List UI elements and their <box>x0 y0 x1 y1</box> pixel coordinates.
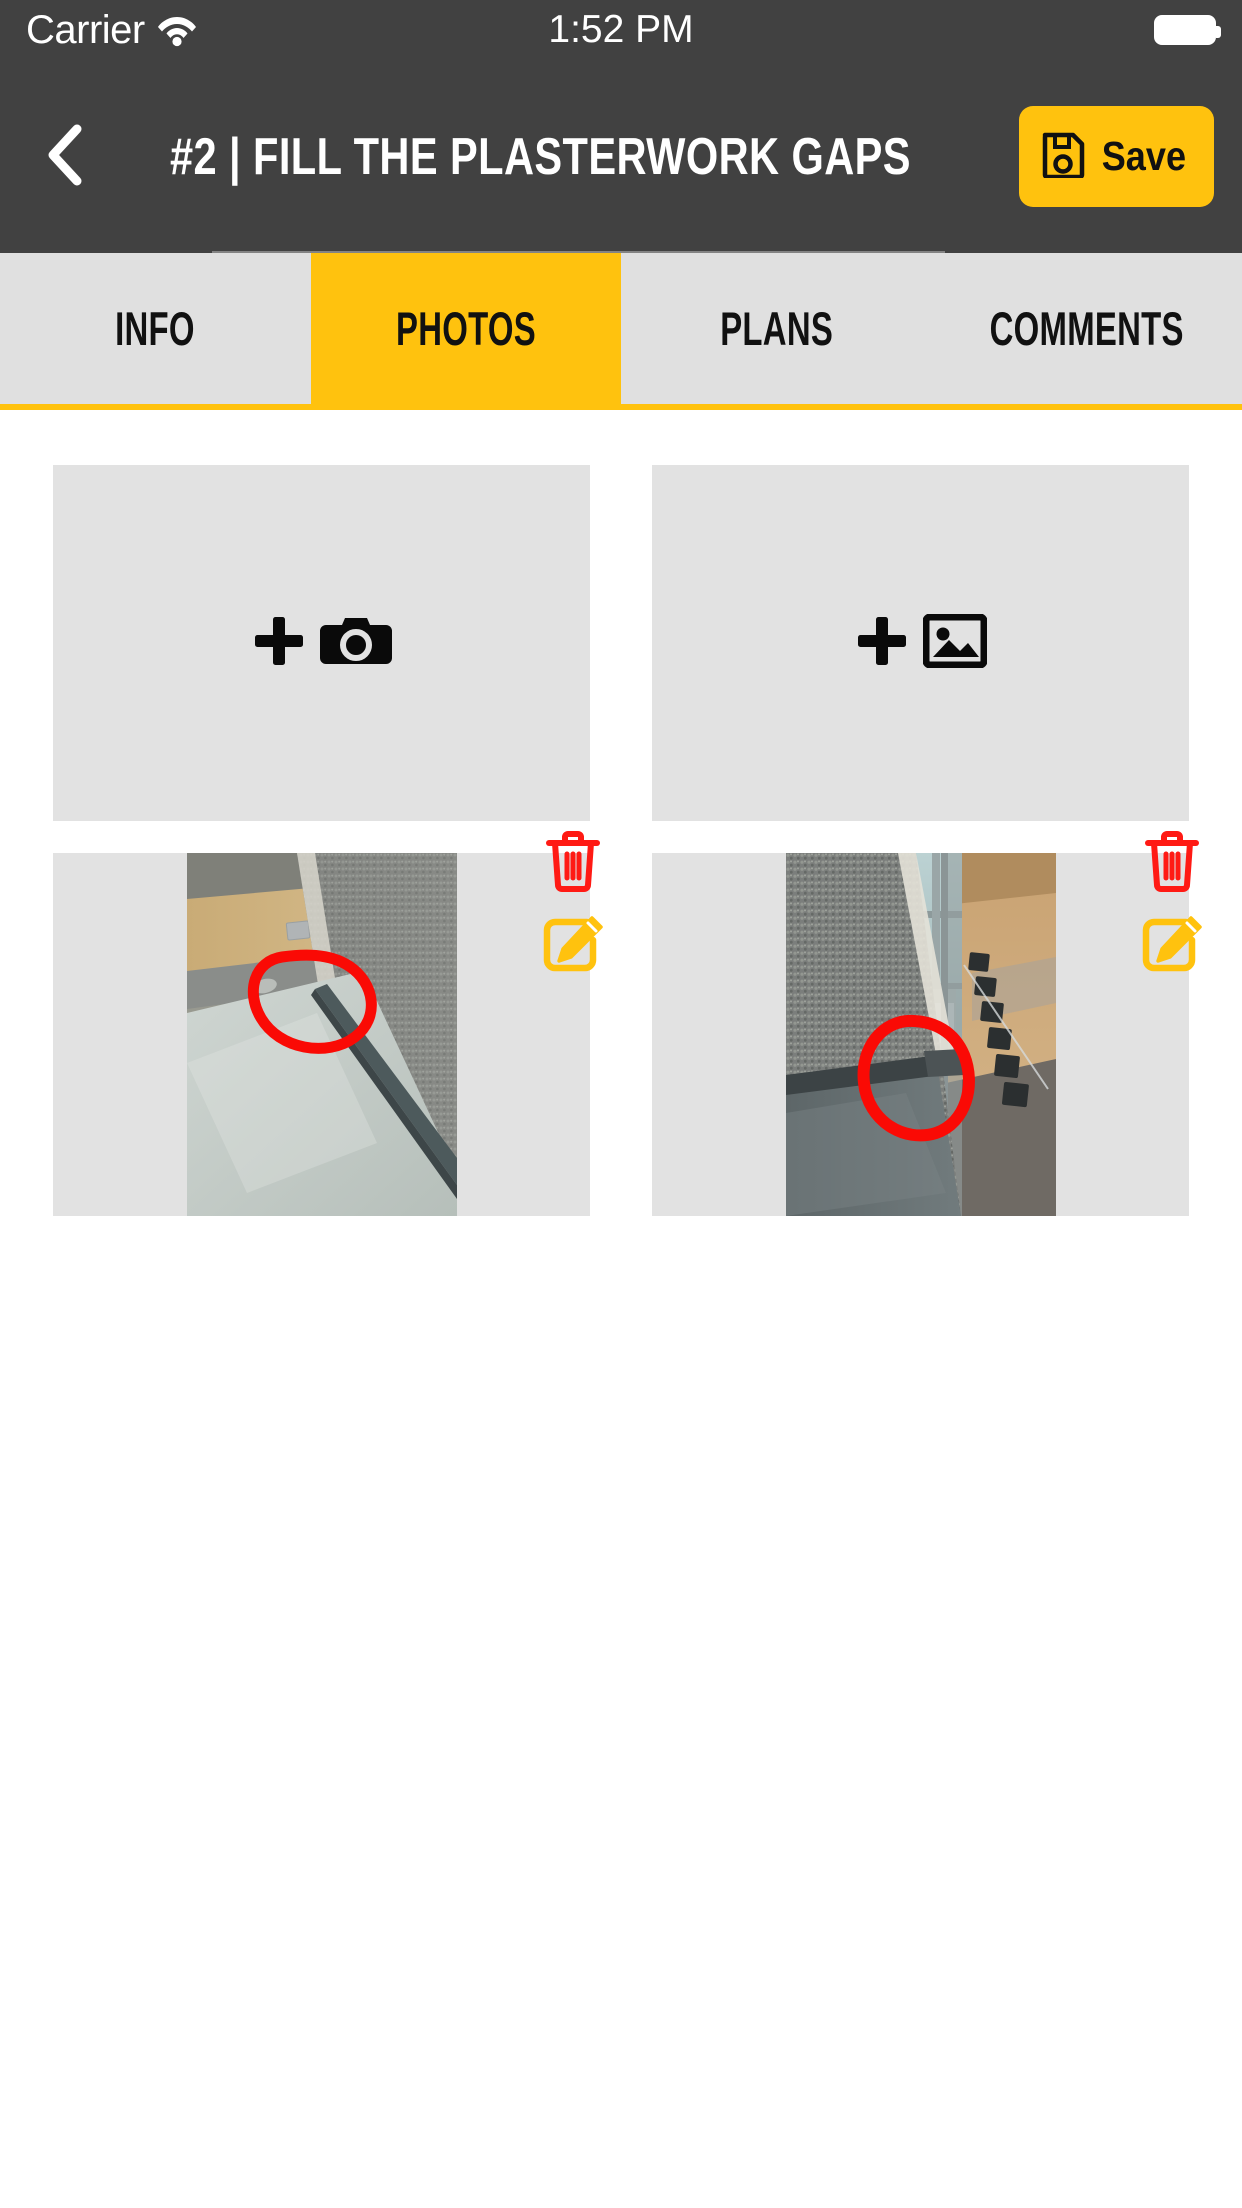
pencil-edit-icon <box>543 915 603 977</box>
photo-thumbnail-1[interactable] <box>53 853 590 1216</box>
tab-plans-label: PLANS <box>719 302 833 355</box>
tab-photos[interactable]: PHOTOS <box>310 253 621 404</box>
photo-item-2 <box>652 830 1202 1216</box>
add-photo-camera-icons <box>252 612 392 675</box>
tab-comments-label: COMMENTS <box>989 302 1184 355</box>
image-gallery-icon <box>922 613 987 673</box>
add-photo-gallery-tile[interactable] <box>652 465 1189 821</box>
photo-thumbnail-2[interactable] <box>652 853 1189 1216</box>
photo-item-1 <box>53 830 603 1216</box>
trash-icon <box>545 830 601 895</box>
status-bar-left: Carrier <box>26 8 197 53</box>
edit-photo-button[interactable] <box>542 915 604 977</box>
carrier-label: Carrier <box>26 7 145 52</box>
status-bar-right <box>1154 15 1221 45</box>
photo-thumbnail-1-image <box>186 853 457 1216</box>
header-divider <box>212 251 945 253</box>
tab-plans[interactable]: PLANS <box>621 253 932 404</box>
tab-info-label: INFO <box>115 302 196 355</box>
plus-icon <box>855 614 909 673</box>
tab-bar: INFO PHOTOS PLANS COMMENTS <box>0 253 1242 410</box>
status-bar: Carrier 1:52 PM <box>0 0 1242 60</box>
delete-photo-button[interactable] <box>1141 830 1203 895</box>
tab-comments[interactable]: COMMENTS <box>931 253 1242 404</box>
photo-thumbnail-2-image <box>785 853 1056 1216</box>
save-button[interactable]: Save <box>1019 106 1214 207</box>
page-title: #2 | FILL THE PLASTERWORK GAPS <box>170 127 911 186</box>
photo-item-2-actions <box>1141 830 1203 977</box>
camera-icon <box>319 612 392 675</box>
add-photo-gallery-icons <box>855 613 987 673</box>
photo-item-1-actions <box>542 830 604 977</box>
pencil-edit-icon <box>1142 915 1202 977</box>
chevron-left-icon <box>45 123 85 190</box>
photos-tab-content <box>0 410 1242 2208</box>
tab-info[interactable]: INFO <box>0 253 311 404</box>
navigation-header: #2 | FILL THE PLASTERWORK GAPS Save <box>0 60 1242 253</box>
wifi-icon <box>157 13 197 47</box>
battery-full-icon <box>1154 15 1221 45</box>
edit-photo-button[interactable] <box>1141 915 1203 977</box>
floppy-disk-save-icon <box>1041 132 1085 181</box>
back-button[interactable] <box>28 109 102 205</box>
save-button-label: Save <box>1101 133 1187 179</box>
delete-photo-button[interactable] <box>542 830 604 895</box>
trash-icon <box>1144 830 1200 895</box>
add-photo-camera-tile[interactable] <box>53 465 590 821</box>
photo-grid <box>0 410 1242 1216</box>
tab-photos-label: PHOTOS <box>395 302 536 355</box>
plus-icon <box>252 614 306 673</box>
